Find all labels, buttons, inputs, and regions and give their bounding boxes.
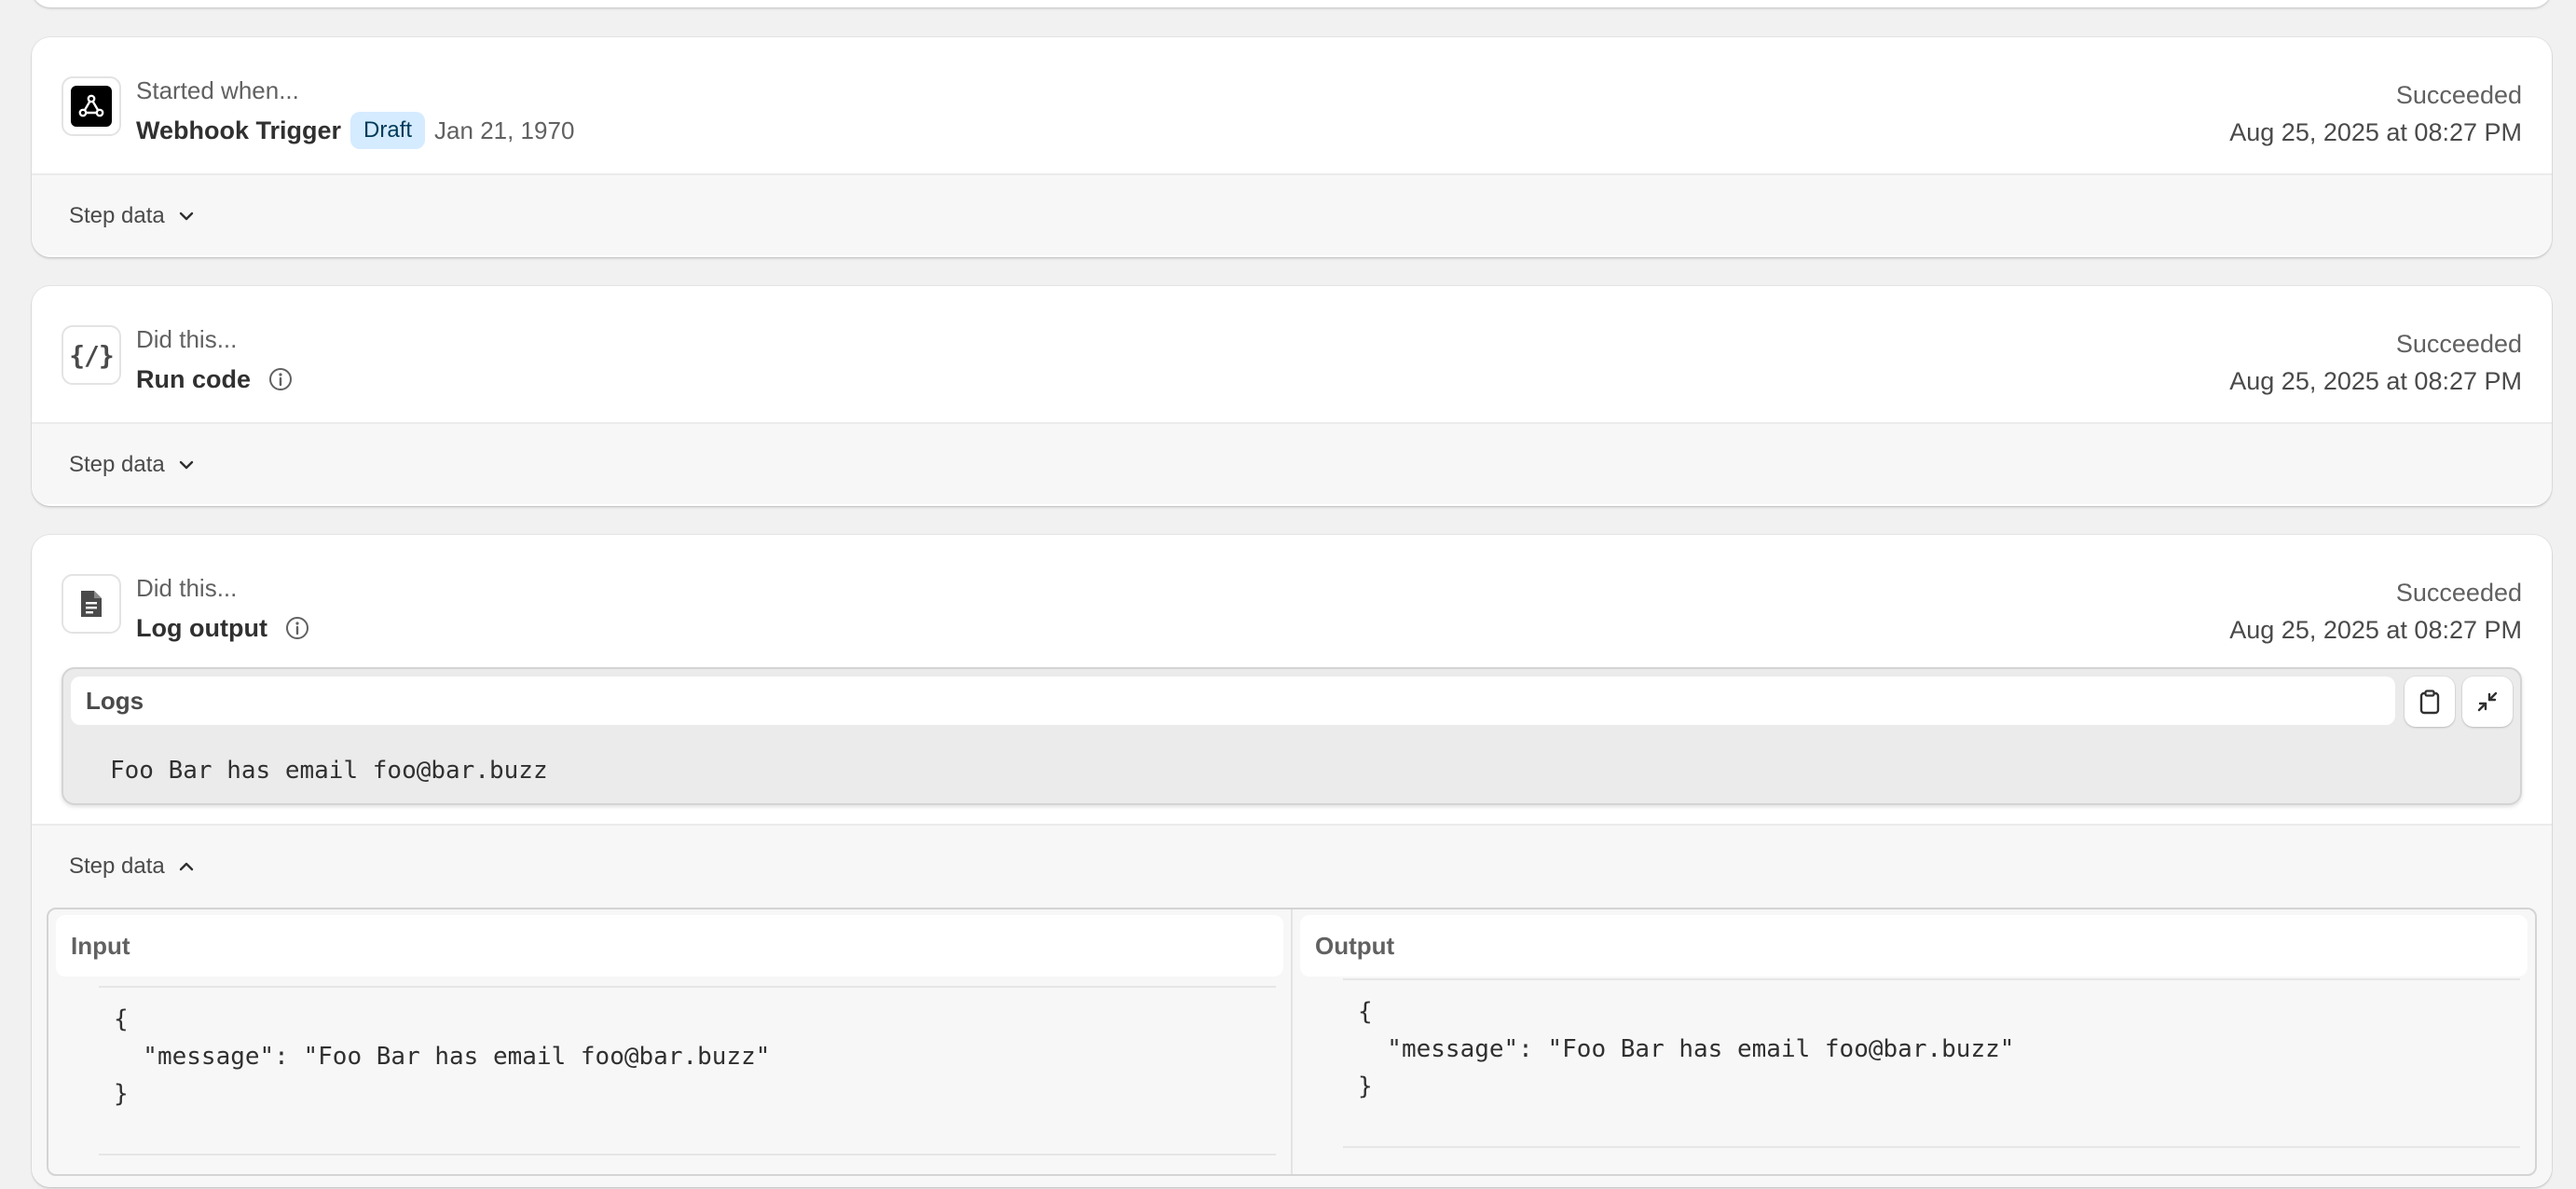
- step-header: Started when... Webhook Trigger Draft Ja…: [32, 37, 2552, 173]
- trigger-date: Jan 21, 1970: [434, 116, 575, 144]
- step-card-run-code: {/} Did this... Run code Succeeded Aug 2…: [32, 286, 2552, 506]
- chevron-down-icon: [179, 460, 193, 470]
- status-timestamp: Aug 25, 2025 at 08:27 PM: [2229, 616, 2522, 644]
- step-title: Log output: [136, 613, 267, 642]
- input-code[interactable]: { "message": "Foo Bar has email foo@bar.…: [99, 986, 1276, 1155]
- step-data-panel: Input { "message": "Foo Bar has email fo…: [47, 908, 2537, 1176]
- step-data-bar: Step data: [32, 173, 2552, 255]
- logs-title: Logs: [71, 676, 2395, 725]
- log-line: Foo Bar has email foo@bar.buzz: [110, 757, 548, 785]
- workflow-run-steps: Started when... Webhook Trigger Draft Ja…: [0, 0, 2576, 1189]
- collapse-icon: [2477, 691, 2498, 712]
- status-text: Succeeded: [2395, 330, 2522, 358]
- copy-logs-button[interactable]: [2405, 676, 2455, 727]
- status-timestamp: Aug 25, 2025 at 08:27 PM: [2229, 118, 2522, 146]
- input-title: Input: [56, 915, 1283, 977]
- step-status: Succeeded Aug 25, 2025 at 08:27 PM: [2229, 574, 2522, 649]
- step-data-bar: Step data: [32, 422, 2552, 504]
- document-icon: [62, 574, 121, 634]
- step-title-row: Log output: [136, 609, 310, 647]
- logs-panel: Logs Foo Bar has email foo@bar.buzz: [62, 667, 2522, 805]
- status-text: Succeeded: [2395, 81, 2522, 109]
- code-icon: {/}: [62, 325, 121, 385]
- step-kicker: Started when...: [136, 76, 299, 104]
- previous-card-edge: [32, 0, 2552, 7]
- step-data-bar: Step data Input { "message": "Foo Bar ha…: [32, 824, 2552, 1187]
- webhook-icon: [62, 76, 121, 136]
- output-column: Output { "message": "Foo Bar has email f…: [1291, 909, 2535, 1174]
- step-status: Succeeded Aug 25, 2025 at 08:27 PM: [2229, 325, 2522, 400]
- input-column: Input { "message": "Foo Bar has email fo…: [48, 909, 1291, 1174]
- chevron-up-icon: [179, 862, 193, 871]
- step-kicker: Did this...: [136, 325, 238, 353]
- step-title: Run code: [136, 364, 252, 393]
- step-kicker: Did this...: [136, 574, 238, 602]
- step-status: Succeeded Aug 25, 2025 at 08:27 PM: [2229, 76, 2522, 151]
- step-title-row: Run code: [136, 361, 294, 398]
- step-title-row: Webhook Trigger Draft Jan 21, 1970: [136, 112, 574, 149]
- step-data-label: Step data: [69, 452, 165, 477]
- step-data-toggle[interactable]: Step data: [69, 424, 197, 506]
- step-card-webhook-trigger: Started when... Webhook Trigger Draft Ja…: [32, 37, 2552, 257]
- step-data-label: Step data: [69, 854, 165, 879]
- output-code[interactable]: { "message": "Foo Bar has email foo@bar.…: [1343, 978, 2520, 1148]
- step-header: {/} Did this... Run code Succeeded Aug 2…: [32, 286, 2552, 422]
- collapse-logs-button[interactable]: [2462, 676, 2513, 727]
- step-card-log-output: Did this... Log output Succeeded Aug 25,…: [32, 535, 2552, 1187]
- step-title: Webhook Trigger: [136, 116, 342, 144]
- chevron-down-icon: [179, 212, 193, 221]
- status-text: Succeeded: [2395, 579, 2522, 607]
- step-data-label: Step data: [69, 203, 165, 228]
- info-icon[interactable]: [284, 615, 310, 641]
- output-title: Output: [1300, 915, 2528, 977]
- step-data-toggle[interactable]: Step data: [69, 175, 197, 257]
- status-badge: Draft: [350, 112, 426, 149]
- step-header: Did this... Log output Succeeded Aug 25,…: [32, 535, 2552, 824]
- status-timestamp: Aug 25, 2025 at 08:27 PM: [2229, 367, 2522, 395]
- clipboard-icon: [2419, 690, 2440, 715]
- step-data-toggle[interactable]: Step data: [69, 826, 197, 908]
- info-icon[interactable]: [267, 366, 294, 392]
